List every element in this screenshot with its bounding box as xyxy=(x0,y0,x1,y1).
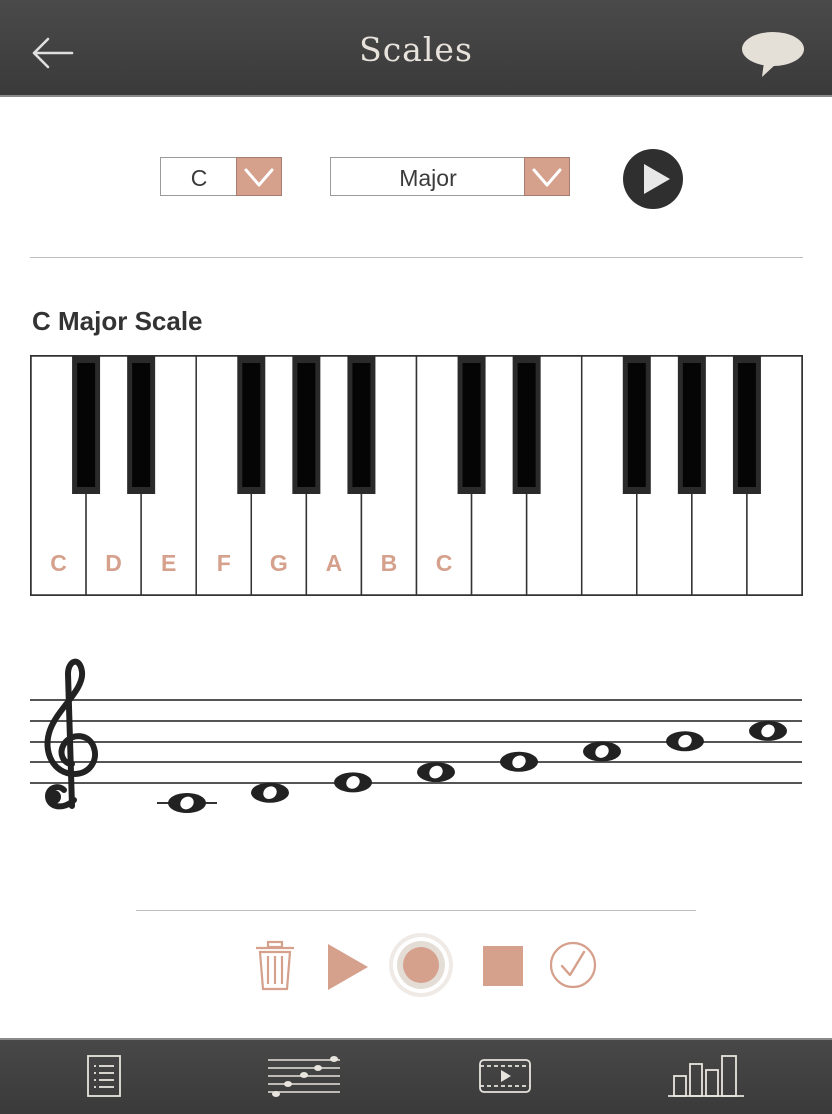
black-key[interactable] xyxy=(347,356,376,494)
bottom-nav xyxy=(0,1038,832,1114)
piano-keyboard: CDEFGABC xyxy=(30,355,803,596)
black-key[interactable] xyxy=(237,356,266,494)
whole-note xyxy=(749,720,787,741)
play-icon xyxy=(328,944,368,990)
trash-icon xyxy=(256,940,294,991)
black-key[interactable] xyxy=(292,356,321,494)
whole-note xyxy=(666,731,704,752)
black-key[interactable] xyxy=(732,356,761,494)
key-label: G xyxy=(270,550,288,576)
confirm-button[interactable] xyxy=(548,940,598,995)
recorder-controls xyxy=(250,930,610,1002)
chat-button[interactable] xyxy=(740,30,806,80)
whole-note xyxy=(334,772,372,793)
scale-select-dropdown[interactable] xyxy=(524,157,570,196)
whole-note xyxy=(251,782,289,803)
black-key[interactable] xyxy=(457,356,486,494)
black-key[interactable] xyxy=(127,356,156,494)
video-icon xyxy=(479,1059,531,1093)
page-title: Scales xyxy=(359,30,473,69)
whole-note xyxy=(500,751,538,772)
music-staff xyxy=(30,658,802,813)
record-icon xyxy=(389,933,453,997)
play-icon xyxy=(623,149,683,209)
black-key[interactable] xyxy=(622,356,651,494)
tab-mixer[interactable] xyxy=(266,1054,342,1103)
key-label: A xyxy=(326,550,343,576)
whole-note xyxy=(417,762,455,783)
key-label: D xyxy=(105,550,122,576)
speech-bubble-icon xyxy=(742,32,804,77)
list-icon xyxy=(87,1055,121,1097)
black-key[interactable] xyxy=(677,356,706,494)
key-select[interactable]: C xyxy=(160,157,282,196)
mixer-icon xyxy=(268,1056,340,1097)
key-select-dropdown[interactable] xyxy=(236,157,282,196)
whole-note xyxy=(157,793,217,813)
stop-button[interactable] xyxy=(482,945,524,992)
play-recording-button[interactable] xyxy=(326,942,370,997)
key-label: E xyxy=(161,550,176,576)
chevron-down-icon xyxy=(532,168,562,187)
black-key[interactable] xyxy=(72,356,101,494)
key-label: C xyxy=(436,550,453,576)
key-select-value: C xyxy=(190,165,208,191)
check-icon xyxy=(549,941,597,989)
record-button[interactable] xyxy=(387,931,455,1004)
tab-videos[interactable] xyxy=(478,1058,532,1099)
scale-select-value: Major xyxy=(399,165,457,191)
tab-progress[interactable] xyxy=(668,1052,744,1103)
chevron-down-icon xyxy=(244,168,274,187)
top-bar: Scales xyxy=(0,0,832,97)
controls-divider xyxy=(136,910,696,911)
play-scale-button[interactable] xyxy=(622,148,684,210)
black-key[interactable] xyxy=(512,356,541,494)
top-divider xyxy=(30,257,803,258)
key-label: B xyxy=(381,550,398,576)
bar-chart-icon xyxy=(668,1055,744,1097)
tab-lessons[interactable] xyxy=(86,1054,122,1103)
scale-title: C Major Scale xyxy=(32,306,203,336)
delete-button[interactable] xyxy=(254,940,296,997)
scale-select[interactable]: Major xyxy=(330,157,570,196)
whole-note xyxy=(583,741,621,762)
stop-icon xyxy=(483,946,523,986)
key-label: F xyxy=(217,550,231,576)
key-label: C xyxy=(50,550,67,576)
treble-clef-icon xyxy=(44,658,98,810)
